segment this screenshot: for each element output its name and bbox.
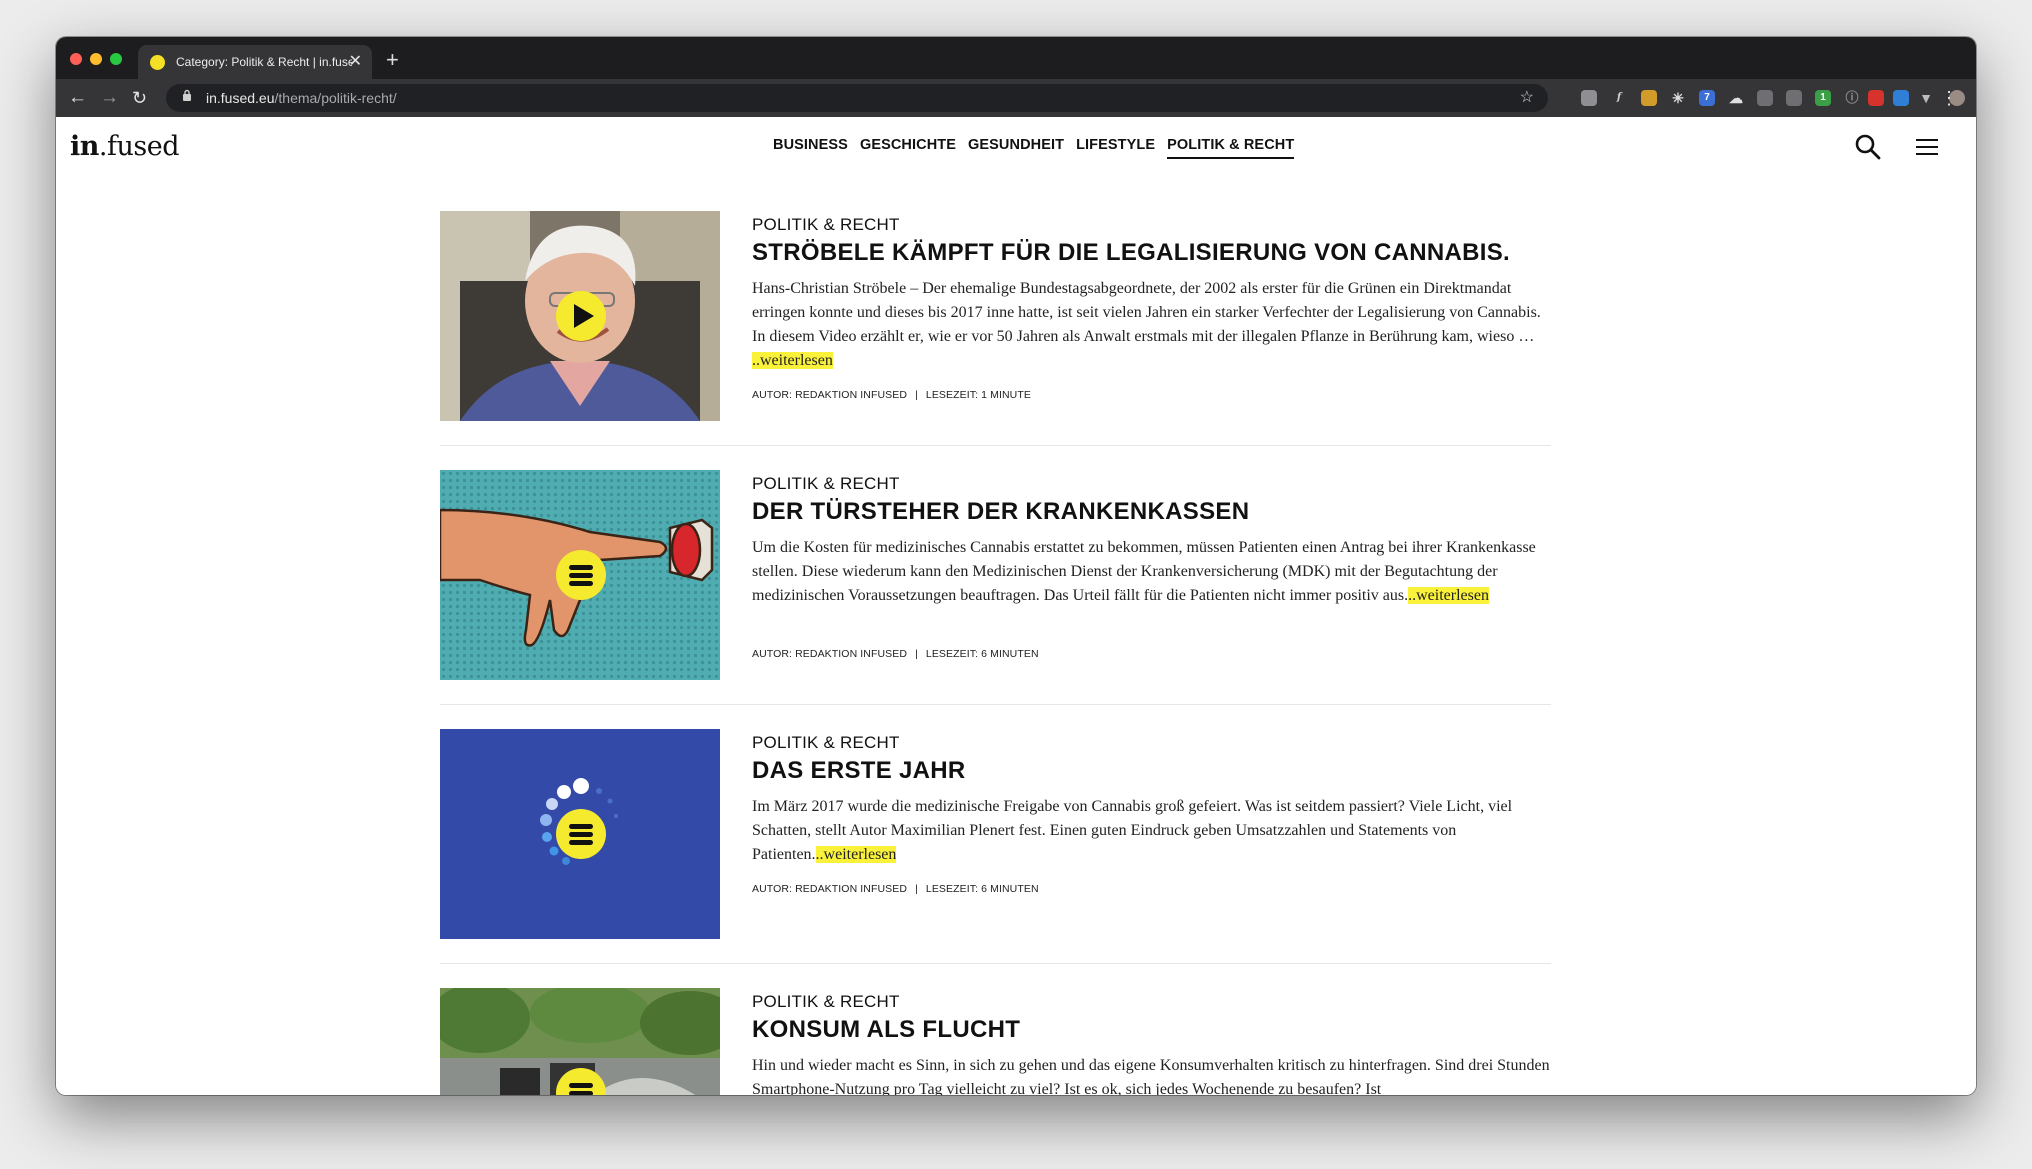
browser-menu-icon[interactable]: ⋮	[1940, 79, 1958, 117]
extension-v-icon[interactable]: ▼	[1918, 90, 1934, 106]
article-readtime: LESEZEIT: 1 MINUTE	[925, 389, 1031, 401]
url-host: in.fused.eu	[206, 90, 275, 106]
extension-badge-one-icon[interactable]: 1	[1815, 90, 1831, 106]
nav-item-business[interactable]: BUSINESS	[773, 137, 848, 159]
extension-mail-icon[interactable]	[1581, 90, 1597, 106]
article-thumbnail-stroebele[interactable]	[440, 211, 720, 421]
main-navigation: BUSINESS GESCHICHTE GESUNDHEIT LIFESTYLE…	[773, 137, 1295, 159]
search-icon[interactable]	[1854, 133, 1882, 161]
article-meta: AUTOR: REDAKTION INFUSED | LESEZEIT: 1 MIN…	[752, 389, 1031, 401]
nav-item-lifestyle[interactable]: LIFESTYLE	[1076, 137, 1155, 159]
reload-icon[interactable]: ↻	[132, 79, 147, 117]
article-excerpt: Im März 2017 wurde die medizinische Frei…	[752, 795, 1552, 867]
article-readtime: LESEZEIT: 6 MINUTEN	[925, 648, 1039, 660]
tab-strip: Category: Politik & Recht | in.fused ✕ +	[56, 37, 1976, 79]
article-meta: AUTOR: REDAKTION INFUSED | LESEZEIT: 6 MIN…	[752, 648, 1039, 660]
article-category[interactable]: POLITIK & RECHT	[752, 733, 900, 753]
excerpt-text: Hans-Christian Ströbele – Der ehemalige …	[752, 280, 1541, 345]
browser-tab-active[interactable]: Category: Politik & Recht | in.fused ✕	[138, 45, 372, 79]
read-more-link[interactable]: ..weiterlesen	[752, 352, 833, 369]
close-window-button[interactable]	[70, 53, 82, 65]
extension-badge-count: 7	[1704, 92, 1710, 103]
extension-function-icon[interactable]: f	[1611, 90, 1627, 106]
extension-shield-icon[interactable]	[1757, 90, 1773, 106]
article-divider	[440, 963, 1551, 964]
nav-item-geschichte[interactable]: GESCHICHTE	[860, 137, 956, 159]
logo-bold-part: in	[70, 131, 99, 162]
text-article-icon[interactable]	[556, 550, 606, 600]
article-title[interactable]: DER TÜRSTEHER DER KRANKENKASSEN	[752, 498, 1249, 526]
article-author: AUTOR: REDAKTION INFUSED	[752, 389, 908, 401]
extension-badge-seven-icon[interactable]: 7	[1699, 90, 1715, 106]
article-readtime: LESEZEIT: 6 MINUTEN	[925, 883, 1039, 895]
article-category[interactable]: POLITIK & RECHT	[752, 474, 900, 494]
bookmark-star-icon[interactable]: ☆	[1520, 84, 1534, 112]
maximize-window-button[interactable]	[110, 53, 122, 65]
excerpt-text: Hin und wieder macht es Sinn, in sich zu…	[752, 1057, 1550, 1095]
text-article-icon[interactable]	[556, 809, 606, 859]
tab-close-icon[interactable]: ✕	[349, 45, 362, 79]
article-category[interactable]: POLITIK & RECHT	[752, 992, 900, 1012]
extension-pen-icon[interactable]	[1641, 90, 1657, 106]
nav-item-politik-recht[interactable]: POLITIK & RECHT	[1167, 137, 1295, 159]
read-more-link[interactable]: ..weiterlesen	[1408, 587, 1489, 604]
browser-toolbar: ← → ↻ in.fused.eu/thema/politik-recht/ ☆…	[56, 79, 1976, 117]
extension-ublock-icon[interactable]	[1786, 90, 1802, 106]
article-divider	[440, 445, 1551, 446]
minimize-window-button[interactable]	[90, 53, 102, 65]
article-title[interactable]: KONSUM ALS FLUCHT	[752, 1016, 1020, 1044]
article-title[interactable]: DAS ERSTE JAHR	[752, 757, 966, 785]
extension-badge-count: 1	[1820, 92, 1826, 103]
article-author: AUTOR: REDAKTION INFUSED	[752, 648, 908, 660]
extension-info-icon[interactable]: ⓘ	[1844, 90, 1860, 106]
webpage: in.fused BUSINESS GESCHICHTE GESUNDHEIT …	[56, 117, 1976, 1095]
extension-blue-icon[interactable]	[1893, 90, 1909, 106]
article-divider	[440, 704, 1551, 705]
article-thumbnail-das-erste-jahr[interactable]	[440, 729, 720, 939]
read-more-link[interactable]: ..weiterlesen	[815, 846, 897, 863]
browser-window: Category: Politik & Recht | in.fused ✕ +…	[56, 37, 1976, 1095]
lock-icon	[182, 84, 192, 112]
article-title[interactable]: STRÖBELE KÄMPFT FÜR DIE LEGALISIERUNG VO…	[752, 239, 1510, 267]
article-thumbnail-konsum[interactable]	[440, 988, 720, 1095]
article-author: AUTOR: REDAKTION INFUSED	[752, 883, 908, 895]
new-tab-button[interactable]: +	[386, 45, 399, 75]
tab-title: Category: Politik & Recht | in.fused	[176, 55, 352, 69]
play-icon[interactable]	[556, 291, 606, 341]
forward-arrow-icon[interactable]: →	[100, 79, 119, 117]
article-meta: AUTOR: REDAKTION INFUSED | LESEZEIT: 6 MIN…	[752, 883, 1039, 895]
article-thumbnail-hand-button[interactable]	[440, 470, 720, 680]
hamburger-menu-icon[interactable]	[1916, 139, 1938, 157]
url-path: /thema/politik-recht/	[274, 90, 397, 106]
article-excerpt: Hin und wieder macht es Sinn, in sich zu…	[752, 1054, 1552, 1095]
site-logo[interactable]: in.fused	[70, 131, 179, 162]
article-excerpt: Um die Kosten für medizinisches Cannabis…	[752, 536, 1552, 608]
article-category[interactable]: POLITIK & RECHT	[752, 215, 900, 235]
extension-red-icon[interactable]	[1868, 90, 1884, 106]
address-bar[interactable]: in.fused.eu/thema/politik-recht/ ☆	[166, 84, 1548, 112]
article-excerpt: Hans-Christian Ströbele – Der ehemalige …	[752, 277, 1552, 373]
back-arrow-icon[interactable]: ←	[68, 79, 87, 117]
extension-cloud-icon[interactable]: ☁	[1728, 90, 1744, 106]
nav-item-gesundheit[interactable]: GESUNDHEIT	[968, 137, 1064, 159]
site-favicon-icon	[150, 55, 165, 70]
logo-rest-part: .fused	[98, 131, 180, 162]
extension-gear-icon[interactable]: ✳	[1670, 90, 1686, 106]
site-header: in.fused BUSINESS GESCHICHTE GESUNDHEIT …	[56, 117, 1976, 187]
